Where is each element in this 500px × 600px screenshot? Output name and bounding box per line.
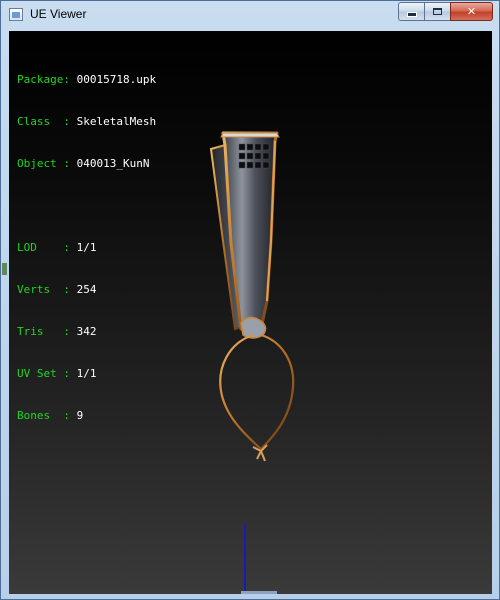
maximize-button[interactable] xyxy=(424,2,450,21)
axis-indicator xyxy=(244,524,246,594)
skeletal-mesh-render xyxy=(209,131,295,462)
app-icon[interactable] xyxy=(9,8,23,21)
close-icon: ✕ xyxy=(466,5,477,18)
viewport-bottom-grip[interactable] xyxy=(241,591,277,594)
window-controls: ✕ xyxy=(398,2,493,21)
maximize-icon xyxy=(433,8,442,15)
title-bar[interactable]: UE Viewer ✕ xyxy=(1,1,499,29)
3d-viewport[interactable]: Package: 00015718.upk Class : SkeletalMe… xyxy=(9,31,492,594)
minimize-icon xyxy=(406,12,417,17)
close-button[interactable]: ✕ xyxy=(450,2,493,21)
window-title: UE Viewer xyxy=(30,7,87,21)
window-edge-marker xyxy=(2,263,7,275)
app-window: UE Viewer ✕ Package: 00015718.upk Class … xyxy=(0,0,500,600)
minimize-button[interactable] xyxy=(398,2,424,21)
